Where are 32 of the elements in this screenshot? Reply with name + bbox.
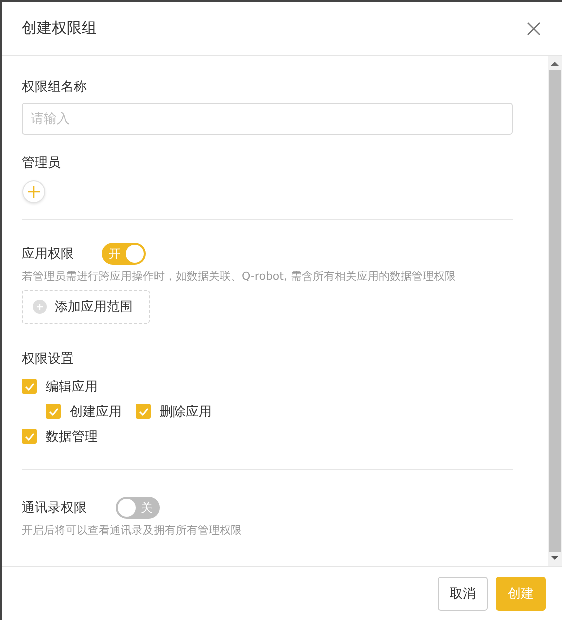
checkbox[interactable] (22, 429, 37, 444)
checkbox[interactable] (46, 404, 61, 419)
scroll-down-icon[interactable] (551, 555, 559, 561)
dialog-button[interactable]: 取消 (438, 576, 488, 610)
name-input-field[interactable]: 请输入 (22, 103, 513, 135)
plus-icon (33, 300, 47, 314)
scrollbar[interactable] (548, 56, 562, 566)
section-label: 应用权限 (22, 246, 75, 263)
check-icon (24, 382, 34, 390)
check-icon (24, 432, 34, 440)
toggle-switch[interactable]: 关 (116, 497, 160, 519)
checkbox-label: 创建应用 (70, 404, 122, 420)
toggle-switch[interactable]: 开 (102, 243, 146, 265)
field-label: 管理员 (22, 155, 62, 172)
section-label: 权限设置 (22, 351, 75, 368)
field-label: 权限组名称 (22, 79, 88, 96)
dialog-button[interactable]: 创建 (496, 576, 546, 610)
close-icon[interactable] (527, 22, 541, 36)
add-scope-button[interactable]: 添加应用范围 (22, 290, 150, 324)
checkbox-label: 数据管理 (46, 428, 98, 446)
hint-text: 开启后将可以查看通讯录及拥有所有管理权限 (22, 523, 243, 538)
checkbox-label: 编辑应用 (46, 378, 98, 396)
dialog-title: 创建权限组 (22, 19, 97, 38)
hint-text: 若管理员需进行跨应用操作时，如数据关联、Q-robot, 需含所有相关应用的数据管理权限 (22, 269, 457, 284)
section-label: 通讯录权限 (22, 500, 88, 517)
checkbox[interactable] (136, 404, 151, 419)
checkbox[interactable] (22, 379, 37, 394)
check-icon (138, 408, 148, 416)
check-icon (48, 408, 58, 416)
scroll-up-icon[interactable] (551, 61, 559, 67)
add-admin-icon[interactable] (22, 180, 46, 204)
checkbox-label: 删除应用 (160, 404, 212, 420)
